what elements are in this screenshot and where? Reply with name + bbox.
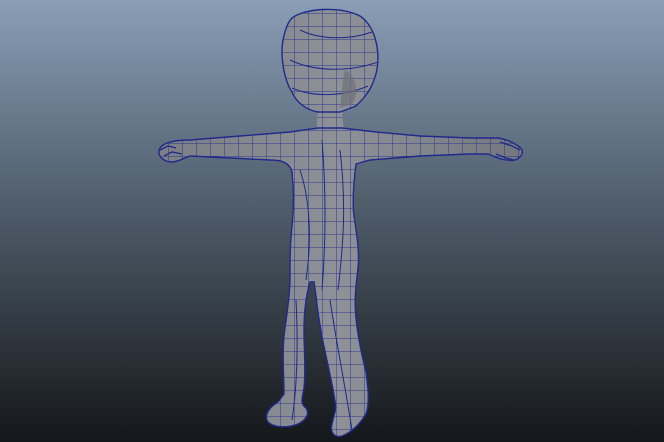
3d-viewport[interactable] (0, 0, 664, 442)
mesh-surface (158, 9, 523, 437)
character-mesh[interactable] (0, 0, 664, 442)
